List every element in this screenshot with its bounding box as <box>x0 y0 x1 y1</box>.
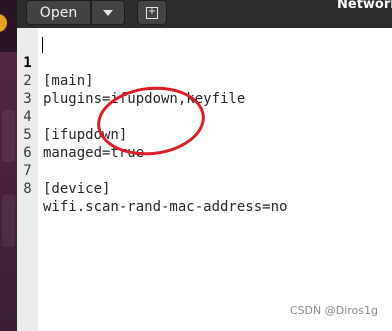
dock-app-slot[interactable] <box>2 195 15 247</box>
text-cursor <box>42 37 43 53</box>
open-button[interactable]: Open <box>26 0 91 25</box>
chevron-down-icon <box>103 9 113 16</box>
csdn-watermark: CSDN @Diros1g <box>289 304 378 317</box>
dock-active-app[interactable] <box>0 0 17 52</box>
window-title: Network <box>337 0 392 12</box>
dock-app-slot[interactable] <box>2 110 15 162</box>
editor-line[interactable]: 7 [device] <box>17 144 392 197</box>
editor-line[interactable]: 3 <box>17 72 392 107</box>
screen: Open + Network 1 [main] 2 plugins=ifupdo… <box>0 0 392 331</box>
editor-line[interactable]: 1 [main] <box>17 36 392 89</box>
launcher-dock <box>0 0 17 331</box>
editor-line[interactable]: 8 wifi.scan-rand-mac-address=no <box>17 162 392 215</box>
open-menu-button[interactable] <box>91 0 125 25</box>
line-number: 8 <box>23 181 32 197</box>
editor-line[interactable]: 6 <box>17 126 392 161</box>
header-bar: Open + Network <box>17 0 392 28</box>
editor-line[interactable]: 4 [ifupdown] <box>17 90 392 143</box>
line-text: wifi.scan-rand-mac-address=no <box>43 199 288 215</box>
text-editor[interactable]: 1 [main] 2 plugins=ifupdown,keyfile 3 4 … <box>17 28 392 331</box>
editor-lines: 1 [main] 2 plugins=ifupdown,keyfile 3 4 … <box>17 36 392 215</box>
new-document-icon: + <box>146 5 158 19</box>
new-document-button[interactable]: + <box>137 0 167 25</box>
editor-line[interactable]: 2 plugins=ifupdown,keyfile <box>17 54 392 107</box>
open-button-label: Open <box>39 4 78 21</box>
app-running-indicator <box>0 14 7 32</box>
